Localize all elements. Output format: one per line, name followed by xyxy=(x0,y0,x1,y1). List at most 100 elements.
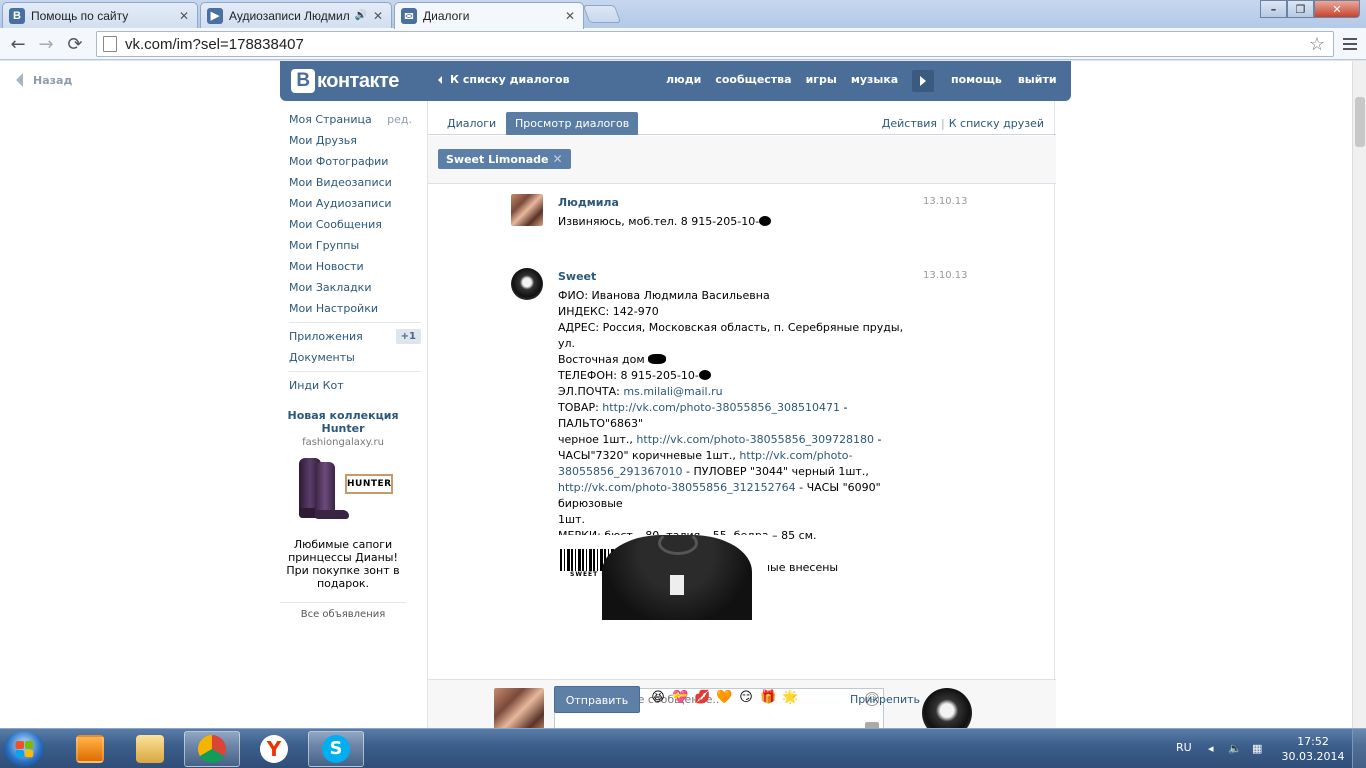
attach-link[interactable]: Прикрепить xyxy=(850,693,920,706)
nav-music[interactable]: музыка xyxy=(851,73,898,86)
tabs-right-links: Действия | К списку друзей xyxy=(881,117,1044,130)
network-icon[interactable]: ▦ xyxy=(1252,742,1266,756)
message-author[interactable]: Людмила xyxy=(558,196,908,209)
message-author[interactable]: Sweet xyxy=(558,270,908,283)
sidebar-item-documents[interactable]: Документы xyxy=(289,347,421,368)
audio-play-button[interactable] xyxy=(912,70,934,92)
goods-link[interactable]: http://vk.com/photo-38055856_309728180 xyxy=(636,433,874,446)
participant-filter: Sweet Limonade ✕ xyxy=(428,136,1056,184)
taskbar-explorer[interactable] xyxy=(122,731,178,767)
tab-close-icon[interactable]: ✕ xyxy=(371,9,385,23)
sidebar-item-news[interactable]: Мои Новости xyxy=(289,256,421,277)
tab-view-dialogs[interactable]: Просмотр диалогов xyxy=(506,112,639,135)
back-to-dialogs-link[interactable]: К списку диалогов xyxy=(438,73,570,86)
emoji-kiss-icon[interactable]: 💋 xyxy=(694,690,710,706)
sidebar-item-audio[interactable]: Мои Аудиозаписи xyxy=(289,193,421,214)
tab-close-icon[interactable]: ✕ xyxy=(177,9,191,23)
play-icon xyxy=(920,76,926,86)
nav-games[interactable]: игры xyxy=(806,73,837,86)
taskbar-yandex[interactable]: Y xyxy=(246,731,302,767)
avatar[interactable] xyxy=(511,194,543,226)
scrollbar-thumb[interactable] xyxy=(1355,97,1365,147)
nav-logout[interactable]: выйти xyxy=(1018,73,1057,86)
media-player-icon xyxy=(76,735,104,763)
emoji-star-icon[interactable]: 🌟 xyxy=(782,690,798,706)
volume-icon[interactable]: 🔈 xyxy=(1228,742,1242,756)
sidebar-item-my-page[interactable]: Моя Страница ред. xyxy=(289,109,421,130)
start-button[interactable] xyxy=(4,731,44,767)
edit-link[interactable]: ред. xyxy=(387,109,412,130)
browser-tab-strip: В Помощь по сайту ✕ ▶ Аудиозаписи Людмил… xyxy=(0,0,1366,29)
emoji-heart-icon[interactable]: 🧡 xyxy=(716,690,732,706)
system-clock[interactable]: 17:52 30.03.2014 xyxy=(1280,734,1346,764)
vk-header: В контакте К списку диалогов люди сообще… xyxy=(280,61,1071,101)
all-ads-link[interactable]: Все объявления xyxy=(280,602,406,620)
reload-icon[interactable]: ⟳ xyxy=(63,32,87,56)
sidebar-ad[interactable]: Новая коллекция Hunter fashiongalaxy.ru … xyxy=(280,409,406,620)
back-link[interactable]: Назад xyxy=(16,73,72,87)
browser-tab-help[interactable]: В Помощь по сайту ✕ xyxy=(2,2,198,28)
maximize-button[interactable]: ❐ xyxy=(1287,0,1314,18)
forward-arrow-icon[interactable]: → xyxy=(34,32,58,56)
nav-help[interactable]: помощь xyxy=(951,73,1002,86)
sidebar-item-indi-kot[interactable]: Инди Кот xyxy=(289,375,421,396)
message-date: 13.10.13 xyxy=(923,270,968,281)
sidebar-item-groups[interactable]: Мои Группы xyxy=(289,235,421,256)
address-bar[interactable]: vk.com/im?sel=178838407 ☆ xyxy=(96,31,1334,57)
left-menu: Моя Страница ред. Мои Друзья Мои Фотогра… xyxy=(289,109,421,396)
message-date: 13.10.13 xyxy=(923,196,968,207)
my-avatar[interactable] xyxy=(494,688,544,728)
new-tab-button[interactable] xyxy=(582,5,622,23)
goods-link[interactable]: http://vk.com/photo- xyxy=(739,449,852,462)
browser-tab-audio[interactable]: ▶ Аудиозаписи Людмил 🔊 ✕ xyxy=(200,2,392,28)
sidebar-item-bookmarks[interactable]: Мои Закладки xyxy=(289,277,421,298)
tab-close-icon[interactable]: ✕ xyxy=(563,9,577,23)
participant-chip[interactable]: Sweet Limonade ✕ xyxy=(438,149,571,169)
email-link[interactable]: ms.milali@mail.ru xyxy=(623,385,722,398)
back-arrow-icon[interactable]: ← xyxy=(6,32,30,56)
close-window-button[interactable]: ✕ xyxy=(1314,0,1360,18)
message-favicon-icon: ✉ xyxy=(401,8,417,24)
hunter-logo: HUNTER xyxy=(345,474,393,494)
emoji-gift-icon[interactable]: 🎁 xyxy=(760,690,776,706)
actions-link[interactable]: Действия xyxy=(882,117,937,130)
avatar[interactable] xyxy=(511,268,543,300)
sidebar-item-messages[interactable]: Мои Сообщения xyxy=(289,214,421,235)
emoji-heart-gift-icon[interactable]: 💝 xyxy=(672,690,688,706)
page-scrollbar[interactable] xyxy=(1352,61,1366,728)
taskbar-chrome[interactable] xyxy=(184,731,240,767)
goods-link[interactable]: http://vk.com/photo-38055856_308510471 xyxy=(602,401,840,414)
show-desktop-button[interactable] xyxy=(1352,729,1366,768)
send-button[interactable]: Отправить xyxy=(554,686,640,713)
emoji-laugh-icon[interactable]: 😆 xyxy=(650,690,666,706)
language-indicator[interactable]: RU xyxy=(1176,741,1192,754)
minimize-button[interactable]: – xyxy=(1260,0,1287,18)
taskbar-media-player[interactable] xyxy=(62,731,118,767)
sidebar-item-photos[interactable]: Мои Фотографии xyxy=(289,151,421,172)
bookmark-star-icon[interactable]: ☆ xyxy=(1309,34,1325,55)
sidebar-item-videos[interactable]: Мои Видеозаписи xyxy=(289,172,421,193)
chrome-menu-icon[interactable] xyxy=(1340,34,1360,54)
sidebar-item-apps[interactable]: Приложения +1 xyxy=(289,326,421,347)
emoji-smirk-icon[interactable]: 😏 xyxy=(738,690,754,706)
goods-link[interactable]: http://vk.com/photo-38055856_312152764 xyxy=(558,481,796,494)
remove-chip-icon[interactable]: ✕ xyxy=(552,152,562,166)
browser-tab-dialogs[interactable]: ✉ Диалоги ✕ xyxy=(394,2,584,29)
sidebar-item-settings[interactable]: Мои Настройки xyxy=(289,298,421,319)
url-text: vk.com/im?sel=178838407 xyxy=(125,35,304,53)
ad-title[interactable]: Новая коллекция Hunter xyxy=(280,409,406,435)
nav-people[interactable]: люди xyxy=(666,73,701,86)
redaction-mark xyxy=(759,216,772,226)
sidebar-item-friends[interactable]: Мои Друзья xyxy=(289,130,421,151)
nav-communities[interactable]: сообщества xyxy=(715,73,791,86)
taskbar-skype[interactable]: S xyxy=(308,731,364,767)
goods-link[interactable]: 38055856_291367010 xyxy=(558,465,682,478)
attached-photo[interactable]: SWEET LIMONADE xyxy=(558,535,768,620)
tab-dialogs[interactable]: Диалоги xyxy=(438,112,505,135)
redaction-mark xyxy=(698,370,711,380)
recipient-avatar[interactable] xyxy=(922,688,972,728)
ad-image[interactable]: HUNTER xyxy=(293,456,393,526)
friends-list-link[interactable]: К списку друзей xyxy=(949,117,1044,130)
tray-arrow-icon[interactable]: ◂ xyxy=(1208,742,1222,756)
vk-logo[interactable]: В контакте xyxy=(291,69,399,93)
